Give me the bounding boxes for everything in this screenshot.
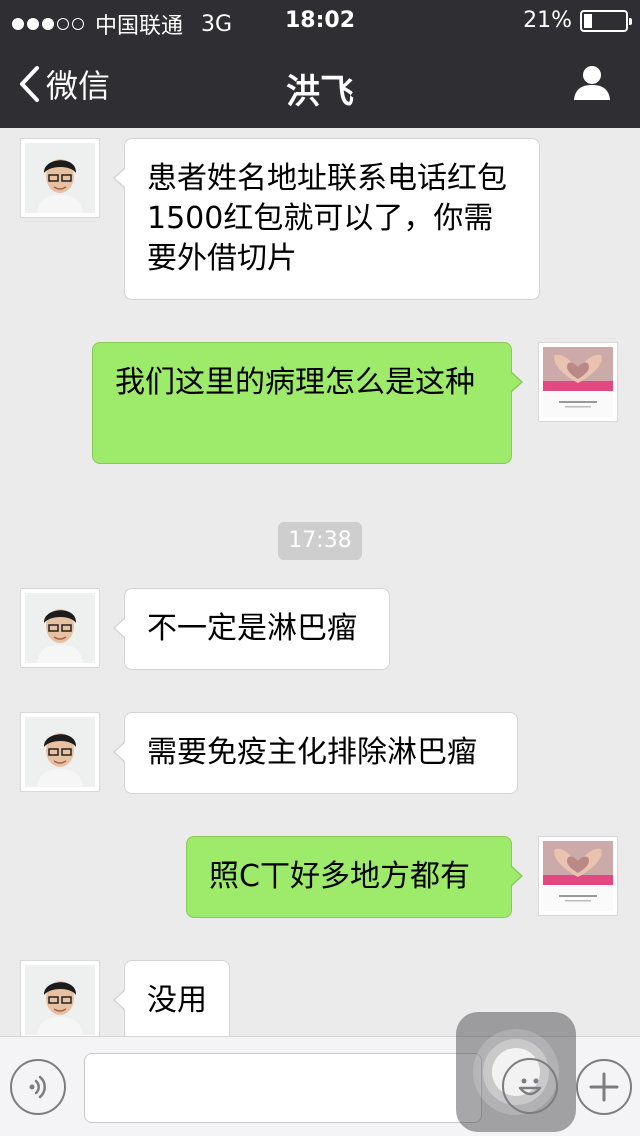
signal-dot-icon: [12, 18, 24, 30]
my-avatar[interactable]: [538, 836, 618, 916]
emoji-button[interactable]: [502, 1058, 558, 1114]
back-button[interactable]: 微信: [18, 62, 110, 106]
heart-hands-photo-icon: [543, 347, 613, 417]
message-bubble-incoming[interactable]: 不一定是淋巴瘤: [113, 588, 390, 670]
voice-button[interactable]: [10, 1059, 66, 1115]
contact-avatar[interactable]: [20, 588, 100, 668]
person-photo-icon: [25, 143, 95, 213]
message-bubble-incoming[interactable]: 患者姓名地址联系电话红包1500红包就可以了，你需要外借切片: [113, 138, 540, 300]
plus-button[interactable]: [576, 1059, 632, 1115]
message-bubble-outgoing[interactable]: 我们这里的病理怎么是这种: [92, 342, 523, 464]
person-icon: [574, 66, 610, 100]
emoji-icon: [518, 1078, 542, 1096]
status-bar: 中国联通 3G 18:02 21%: [0, 0, 640, 40]
person-photo-icon: [25, 965, 95, 1035]
message-bubble-outgoing[interactable]: 照C丅好多地方都有: [186, 836, 523, 918]
nav-bar: 微信 洪飞: [0, 40, 640, 128]
signal-dot-icon: [42, 18, 54, 30]
timestamp-divider: 17:38: [278, 522, 362, 560]
battery-percent: 21%: [523, 8, 572, 33]
contact-avatar[interactable]: [20, 712, 100, 792]
profile-button[interactable]: [572, 64, 612, 106]
my-avatar[interactable]: [538, 342, 618, 422]
battery-status: 21%: [523, 8, 632, 33]
person-photo-icon: [25, 717, 95, 787]
battery-fill: [584, 13, 592, 28]
heart-hands-photo-icon: [543, 841, 613, 911]
plus-icon: [589, 1072, 619, 1102]
message-bubble-incoming[interactable]: 没用: [113, 960, 230, 1036]
message-input[interactable]: [84, 1053, 482, 1123]
message-bubble-incoming[interactable]: 需要免疫主化排除淋巴瘤: [113, 712, 518, 794]
voice-icon: [29, 1075, 46, 1099]
contact-avatar[interactable]: [20, 960, 100, 1036]
network-type: 3G: [201, 11, 233, 37]
contact-avatar[interactable]: [20, 138, 100, 218]
battery-icon: [580, 9, 632, 32]
signal-dot-icon: [57, 18, 69, 30]
person-photo-icon: [25, 593, 95, 663]
signal-strength: 中国联通 3G: [12, 8, 232, 40]
chevron-left-icon: [20, 66, 39, 102]
signal-dot-icon: [72, 18, 84, 30]
carrier-name: 中国联通: [95, 14, 184, 39]
back-label: 微信: [46, 67, 111, 105]
signal-dot-icon: [27, 18, 39, 30]
chat-area[interactable]: 患者姓名地址联系电话红包1500红包就可以了，你需要外借切片 我们这里的病理怎么…: [0, 128, 640, 1036]
